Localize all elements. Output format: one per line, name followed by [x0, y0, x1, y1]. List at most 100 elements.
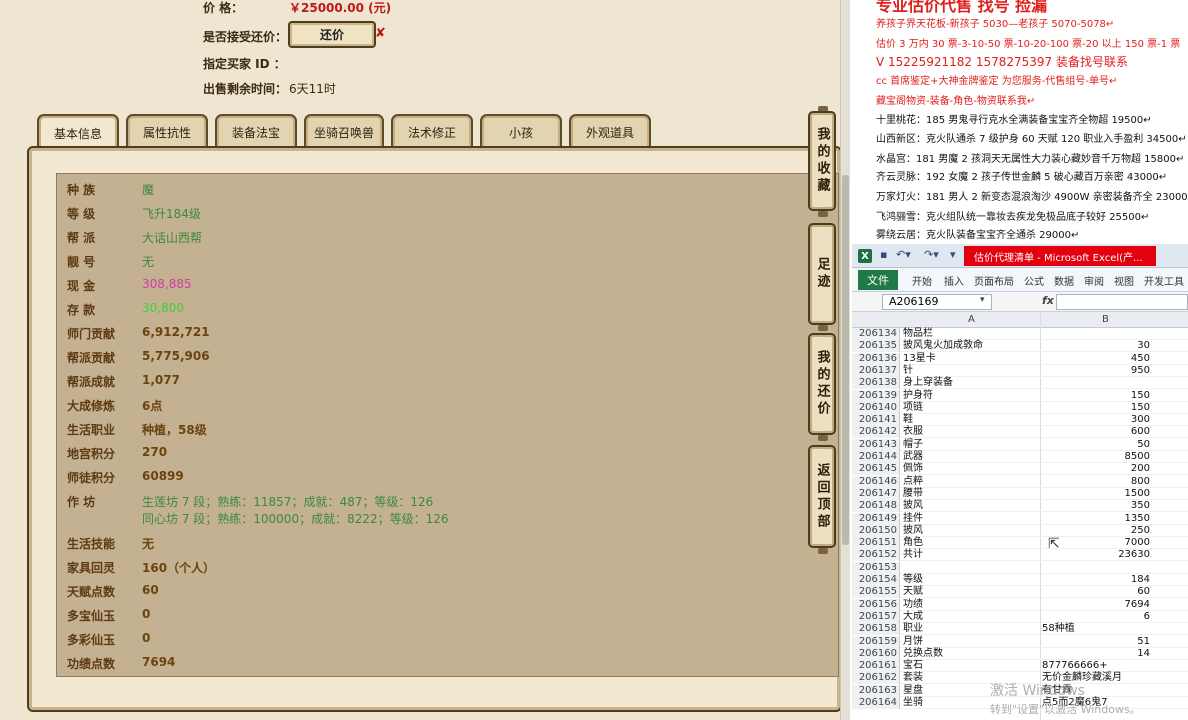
tab-appearance[interactable]: 外观道具 [569, 114, 651, 148]
row-number[interactable]: 206139 [852, 389, 900, 402]
file-tab[interactable]: 文件 [858, 270, 898, 290]
row-number[interactable]: 206156 [852, 598, 900, 611]
row-number[interactable]: 206147 [852, 487, 900, 500]
table-row[interactable]: 206145 佩饰 200 [852, 463, 1188, 476]
cell-b[interactable]: 51 [1042, 636, 1150, 648]
back-to-top-button[interactable]: 返回顶部 [808, 445, 836, 548]
formula-input[interactable] [1056, 294, 1188, 310]
cell-b[interactable]: 200 [1042, 463, 1150, 475]
row-number[interactable]: 206164 [852, 697, 900, 709]
table-row[interactable]: 206139 护身符 150 [852, 389, 1188, 402]
cell-a[interactable]: 月饼 [903, 636, 923, 648]
table-row[interactable]: 206151 角色 7000 [852, 537, 1188, 550]
row-number[interactable]: 206134 [852, 328, 900, 340]
cell-b[interactable]: 950 [1042, 365, 1150, 377]
customize-quick-access-icon[interactable]: ▾ [950, 248, 956, 261]
counter-offer-button[interactable]: 还价 [288, 21, 376, 48]
table-row[interactable]: 206161 宝石 877766666+ [852, 660, 1188, 673]
cell-b[interactable]: 300 [1042, 414, 1150, 426]
cell-b[interactable]: 60 [1042, 586, 1150, 598]
cell-a[interactable]: 兑换点数 [903, 648, 943, 660]
ribbon-tab-developer[interactable]: 开发工具 [1144, 273, 1184, 288]
table-row[interactable]: 206160 兑换点数 14 [852, 647, 1188, 660]
page-scrollbar[interactable] [840, 0, 850, 720]
row-number[interactable]: 206161 [852, 660, 900, 673]
cell-a[interactable]: 挂件 [903, 513, 923, 525]
row-number[interactable]: 206157 [852, 610, 900, 623]
table-row[interactable]: 206154 等级 184 [852, 574, 1188, 586]
tab-mounts[interactable]: 坐骑召唤兽 [304, 114, 384, 148]
table-row[interactable]: 206147 腰带 1500 [852, 487, 1188, 500]
row-number[interactable]: 206145 [852, 463, 900, 476]
my-counter-offers-button[interactable]: 我的还价 [808, 333, 836, 435]
cell-b[interactable]: 58种植 [1042, 623, 1075, 635]
row-number[interactable]: 206141 [852, 414, 900, 427]
table-row[interactable]: 206158 职业 58种植 [852, 623, 1188, 636]
row-number[interactable]: 206155 [852, 586, 900, 599]
cell-b[interactable]: 7694 [1042, 599, 1150, 611]
table-row[interactable]: 206138 身上穿装备 [852, 377, 1188, 390]
cell-a[interactable]: 等级 [903, 574, 923, 586]
cell-a[interactable]: 项链 [903, 402, 923, 414]
scrollbar-thumb[interactable] [842, 175, 849, 545]
ribbon-tab-view[interactable]: 视图 [1114, 273, 1134, 288]
tab-spells[interactable]: 法术修正 [391, 114, 473, 148]
row-number[interactable]: 206136 [852, 352, 900, 365]
cell-a[interactable]: 点粹 [903, 476, 923, 488]
cell-a[interactable]: 披风 [903, 500, 923, 512]
row-number[interactable]: 206163 [852, 684, 900, 697]
cell-b[interactable]: 800 [1042, 476, 1150, 488]
row-number[interactable]: 206149 [852, 512, 900, 525]
tab-equipment[interactable]: 装备法宝 [215, 114, 297, 148]
cell-a[interactable]: 帽子 [903, 439, 923, 451]
table-row[interactable]: 206144 武器 8500 [852, 451, 1188, 463]
table-row[interactable]: 206134 物品栏 [852, 328, 1188, 340]
cell-a[interactable]: 衣服 [903, 426, 923, 438]
cell-a[interactable]: 套装 [903, 672, 923, 684]
table-row[interactable]: 206149 挂件 1350 [852, 512, 1188, 525]
tab-attributes[interactable]: 属性抗性 [126, 114, 208, 148]
ribbon-tab-page-layout[interactable]: 页面布局 [974, 273, 1014, 288]
cell-b[interactable]: 14 [1042, 648, 1150, 660]
cell-a[interactable]: 物品栏 [903, 328, 933, 340]
chevron-down-icon[interactable]: ▾ [980, 295, 985, 305]
row-number[interactable]: 206146 [852, 475, 900, 488]
table-row[interactable]: 206150 披风 250 [852, 524, 1188, 537]
table-row[interactable]: 206140 项链 150 [852, 401, 1188, 414]
table-row[interactable]: 206136 13星卡 450 [852, 352, 1188, 365]
row-number[interactable]: 206153 [852, 561, 900, 574]
undo-icon[interactable]: ↶▾ [896, 248, 911, 261]
insert-function-icon[interactable]: fx [1042, 294, 1054, 307]
redo-icon[interactable]: ↷▾ [924, 248, 939, 261]
row-number[interactable]: 206159 [852, 635, 900, 648]
tab-children[interactable]: 小孩 [480, 114, 562, 148]
table-row[interactable]: 206159 月饼 51 [852, 635, 1188, 648]
cell-a[interactable]: 大成 [903, 611, 923, 623]
row-number[interactable]: 206138 [852, 377, 900, 390]
cell-b[interactable]: 350 [1042, 500, 1150, 512]
cell-b[interactable]: 6 [1042, 611, 1150, 623]
table-row[interactable]: 206143 帽子 50 [852, 438, 1188, 451]
cell-b[interactable]: 1500 [1042, 488, 1150, 500]
row-number[interactable]: 206140 [852, 401, 900, 414]
column-header-a[interactable]: A [968, 314, 975, 325]
cell-a[interactable]: 武器 [903, 451, 923, 463]
row-number[interactable]: 206158 [852, 623, 900, 636]
cell-a[interactable]: 13星卡 [903, 353, 936, 365]
ribbon-tab-data[interactable]: 数据 [1054, 273, 1074, 288]
table-row[interactable]: 206155 天赋 60 [852, 586, 1188, 599]
cell-b[interactable]: 184 [1042, 574, 1150, 586]
my-favorites-button[interactable]: 我的收藏 [808, 111, 836, 211]
table-row[interactable]: 206142 衣服 600 [852, 426, 1188, 439]
cell-a[interactable]: 共计 [903, 549, 923, 561]
cell-a[interactable]: 星盘 [903, 685, 923, 697]
cell-a[interactable]: 护身符 [903, 390, 933, 402]
cell-b[interactable]: 150 [1042, 402, 1150, 414]
cell-a[interactable]: 角色 [903, 537, 923, 549]
row-number[interactable]: 206160 [852, 647, 900, 660]
row-number[interactable]: 206137 [852, 364, 900, 377]
tab-basic-info[interactable]: 基本信息 [37, 114, 119, 150]
row-number[interactable]: 206152 [852, 549, 900, 562]
cell-a[interactable]: 腰带 [903, 488, 923, 500]
cell-a[interactable]: 身上穿装备 [903, 377, 953, 389]
